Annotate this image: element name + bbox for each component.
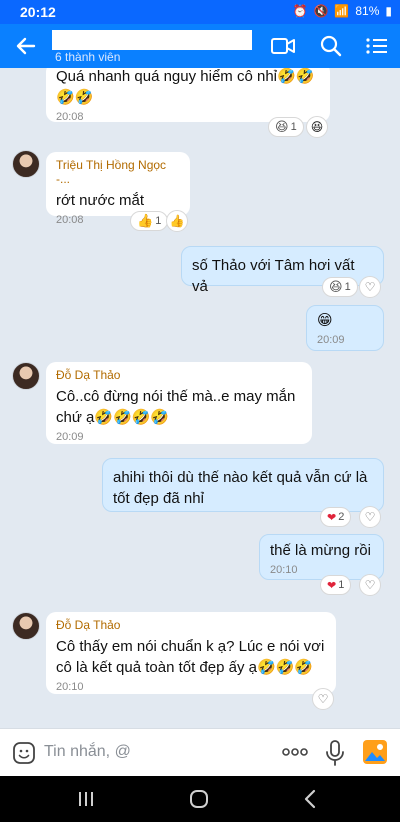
message-text: ahihi thôi dù thế nào kết quả vẫn cứ là xyxy=(113,469,368,486)
message-bubble[interactable]: 😁 20:09 xyxy=(306,305,384,351)
message-bubble[interactable]: ahihi thôi dù thế nào kết quả vẫn cứ là … xyxy=(102,458,384,512)
reaction-badge[interactable]: 👍 1 xyxy=(130,211,169,231)
message-bubble[interactable]: Quá nhanh quá nguy hiểm cô nhỉ🤣🤣 🤣🤣 20:0… xyxy=(46,68,330,123)
reaction-count: 1 xyxy=(344,281,351,293)
heart-icon: ❤ xyxy=(327,579,337,592)
back-nav-icon[interactable] xyxy=(302,789,318,809)
message-input-bar: Tin nhắn, @ xyxy=(0,728,400,776)
status-icons: ⏰ 🔇 📶 81% ▮ xyxy=(293,4,393,18)
message-text: thế là mừng rồi xyxy=(270,542,371,559)
reaction-count: 1 xyxy=(155,215,162,227)
reaction-button[interactable]: 😆 xyxy=(306,116,328,138)
heart-icon: ❤ xyxy=(327,511,337,524)
image-gallery-icon[interactable] xyxy=(362,739,388,765)
message-input[interactable]: Tin nhắn, @ xyxy=(44,743,131,761)
avatar[interactable] xyxy=(12,362,40,390)
sender-name: Đỗ Dạ Thảo xyxy=(56,618,121,632)
message-bubble[interactable]: Triệu Thị Hồng Ngọc -... rớt nước mắt 20… xyxy=(46,152,190,226)
reaction-count: 2 xyxy=(338,511,345,523)
system-nav-bar xyxy=(0,776,400,822)
wifi-icon: 📶 xyxy=(334,4,350,18)
status-bar: 20:12 ⏰ 🔇 📶 81% ▮ xyxy=(0,0,400,24)
message-text: 🤣🤣 xyxy=(56,89,94,106)
heart-outline-icon[interactable]: ♡ xyxy=(359,506,381,528)
thumbs-up-icon: 👍 xyxy=(137,213,154,228)
recent-apps-icon[interactable] xyxy=(76,790,96,808)
message-time: 20:10 xyxy=(56,681,84,693)
reaction-button[interactable]: 👍 xyxy=(166,210,188,232)
message-time: 20:10 xyxy=(270,564,298,576)
search-icon[interactable] xyxy=(318,34,344,58)
microphone-icon[interactable] xyxy=(324,739,346,767)
avatar[interactable] xyxy=(12,612,40,640)
mute-icon: 🔇 xyxy=(313,4,329,18)
message-bubble[interactable]: Đỗ Dạ Thảo Cô thấy em nói chuẩn k ạ? Lúc… xyxy=(46,612,336,694)
reaction-count: 1 xyxy=(338,579,345,591)
message-text: 😁 xyxy=(317,312,333,329)
emoji-icon[interactable] xyxy=(12,741,36,765)
message-time: 20:09 xyxy=(56,431,84,443)
heart-outline-icon[interactable]: ♡ xyxy=(359,276,381,298)
message-text: Cô..cô đừng nói thế mà..e may mắn xyxy=(56,388,296,405)
laugh-icon: 😆 xyxy=(310,120,324,134)
message-text: chứ ạ🤣🤣🤣🤣 xyxy=(56,409,170,426)
message-text: Cô thấy em nói chuẩn k ạ? Lúc e nói vơi xyxy=(56,638,325,655)
message-text: tốt đẹp đã nhỉ xyxy=(113,490,204,507)
battery-text: 81% xyxy=(355,4,380,18)
sender-name: Đỗ Dạ Thảo xyxy=(56,368,121,382)
message-bubble[interactable]: thế là mừng rồi 20:10 xyxy=(259,534,384,580)
reaction-badge[interactable]: 😆 1 xyxy=(322,277,358,297)
alarm-icon: ⏰ xyxy=(292,4,308,18)
message-text: Quá nhanh quá nguy hiểm cô nhỉ🤣🤣 xyxy=(56,68,315,85)
message-text: rớt nước mắt xyxy=(56,192,145,209)
avatar[interactable] xyxy=(12,150,40,178)
sender-name: Triệu Thị Hồng Ngọc -... xyxy=(56,158,167,186)
member-count: 6 thành viên xyxy=(55,50,121,64)
laugh-icon: 😆 xyxy=(329,279,343,294)
reaction-badge[interactable]: ❤ 2 xyxy=(320,507,352,527)
more-options-icon[interactable] xyxy=(282,745,308,759)
group-title-redacted[interactable] xyxy=(52,30,252,50)
home-icon[interactable] xyxy=(188,788,210,810)
heart-outline-icon[interactable]: ♡ xyxy=(359,574,381,596)
video-call-icon[interactable] xyxy=(270,34,296,58)
status-time: 20:12 xyxy=(20,4,56,20)
thumbs-up-icon: 👍 xyxy=(169,214,185,228)
reaction-badge[interactable]: 😆 1 xyxy=(268,117,304,137)
chat-header: 6 thành viên xyxy=(0,24,400,68)
message-list[interactable]: Quá nhanh quá nguy hiểm cô nhỉ🤣🤣 🤣🤣 20:0… xyxy=(0,68,400,728)
reaction-badge[interactable]: ❤ 1 xyxy=(320,575,352,595)
battery-icon: ▮ xyxy=(385,4,392,18)
message-bubble[interactable]: Đỗ Dạ Thảo Cô..cô đừng nói thế mà..e may… xyxy=(46,362,312,444)
back-arrow-icon[interactable] xyxy=(12,32,40,60)
reaction-count: 1 xyxy=(290,121,297,133)
heart-outline-icon[interactable]: ♡ xyxy=(312,688,334,710)
menu-icon[interactable] xyxy=(364,34,390,58)
message-time: 20:09 xyxy=(317,334,345,346)
message-text: cô là kết quả toàn tốt đẹp ấy ạ🤣🤣🤣 xyxy=(56,659,314,676)
laugh-icon: 😆 xyxy=(275,119,289,134)
